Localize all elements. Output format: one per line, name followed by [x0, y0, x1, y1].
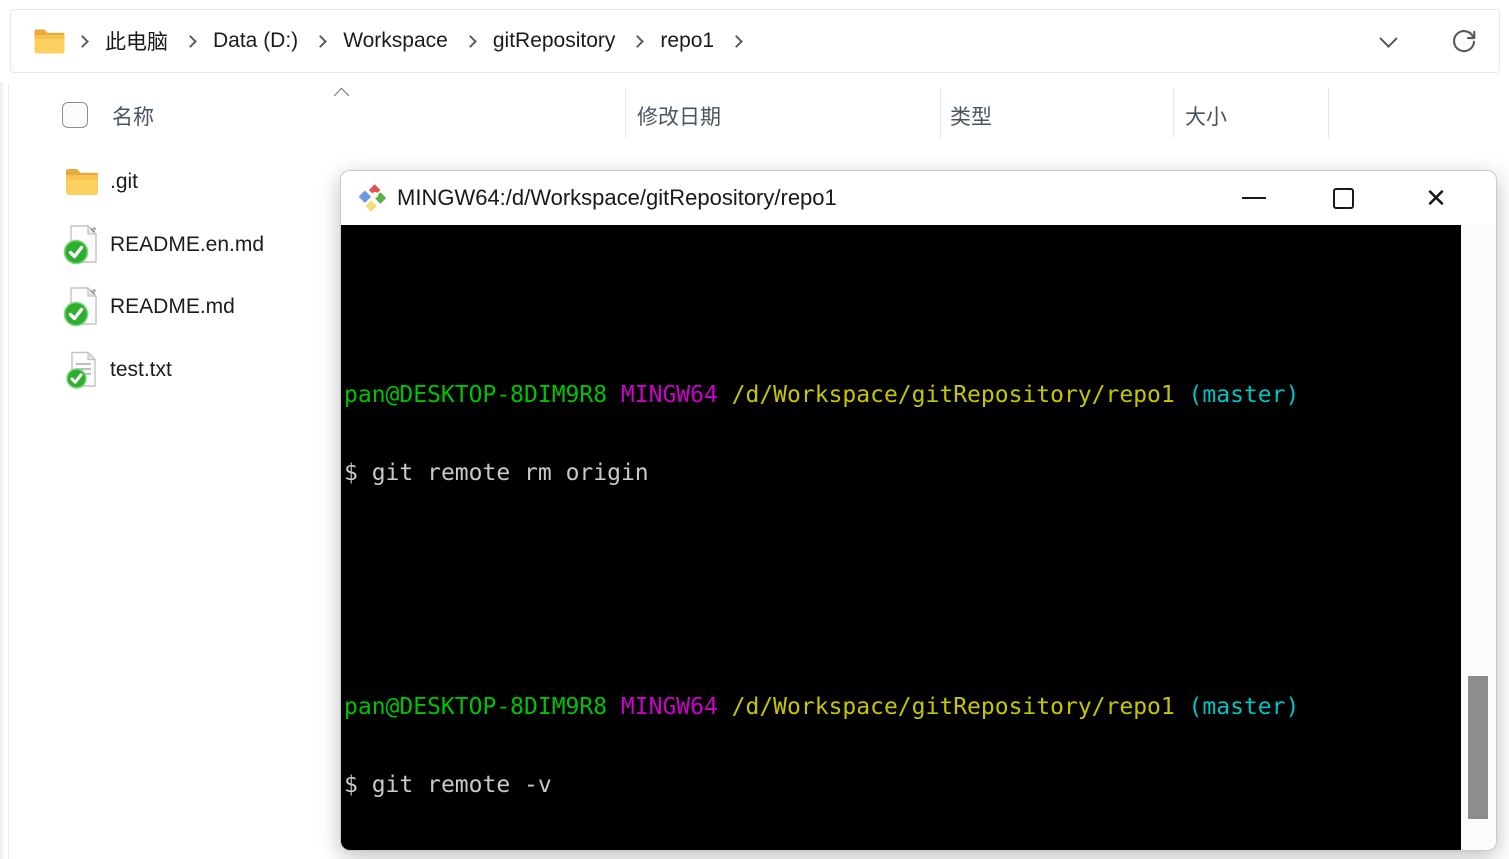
pane-divider[interactable] — [8, 84, 9, 859]
file-row-test-txt[interactable]: test.txt — [60, 344, 340, 396]
file-name[interactable]: README.en.md — [110, 233, 264, 257]
folder-icon — [34, 29, 65, 53]
minimize-button[interactable] — [1225, 171, 1283, 225]
chevron-right-icon — [730, 34, 743, 48]
terminal-console[interactable]: pan@DESKTOP-8DIM9R8 MINGW64/d/Workspace/g… — [341, 225, 1461, 850]
prompt-branch: (master) — [1188, 382, 1300, 408]
file-name[interactable]: .git — [110, 170, 138, 194]
breadcrumb-item-repo1[interactable]: repo1 — [654, 25, 720, 57]
breadcrumb-item-this-pc[interactable]: 此电脑 — [99, 22, 174, 60]
terminal-scrollbar[interactable] — [1461, 225, 1496, 850]
file-row-readme[interactable]: README.md — [60, 281, 340, 333]
maximize-icon — [1332, 187, 1354, 209]
prompt-line: pan@DESKTOP-8DIM9R8 MINGW64/d/Workspace/g… — [344, 382, 1461, 408]
select-all-checkbox[interactable] — [62, 102, 88, 128]
breadcrumb-item-gitrepository[interactable]: gitRepository — [487, 25, 622, 57]
markdown-file-icon — [60, 285, 104, 329]
column-divider[interactable] — [1173, 88, 1174, 138]
file-row-readme-en[interactable]: README.en.md — [60, 219, 340, 271]
address-dropdown-button[interactable] — [1371, 24, 1405, 58]
prompt-user: pan@DESKTOP-8DIM9R8 — [344, 382, 608, 408]
terminal-window-title: MINGW64:/d/Workspace/gitRepository/repo1 — [397, 185, 837, 210]
chevron-right-icon — [314, 34, 328, 48]
prompt-path: /d/Workspace/gitRepository/repo1 — [731, 694, 1175, 720]
file-row-git[interactable]: .git — [60, 156, 340, 208]
scrollbar-thumb[interactable] — [1468, 676, 1488, 819]
terminal-titlebar[interactable]: MINGW64:/d/Workspace/gitRepository/repo1… — [341, 171, 1496, 225]
prompt-line: pan@DESKTOP-8DIM9R8 MINGW64/d/Workspace/g… — [344, 694, 1461, 720]
refresh-button[interactable] — [1447, 24, 1481, 58]
refresh-icon — [1452, 30, 1476, 53]
command-text: git remote -v — [371, 772, 552, 798]
column-divider[interactable] — [940, 88, 941, 138]
sort-ascending-icon[interactable] — [333, 87, 350, 104]
column-header-type[interactable]: 类型 — [950, 101, 992, 131]
command-text: git remote rm origin — [371, 460, 649, 486]
column-divider[interactable] — [1328, 88, 1329, 138]
command-line: $ git remote -v — [344, 772, 1461, 798]
breadcrumb-item-drive[interactable]: Data (D:) — [207, 25, 304, 57]
column-header-date[interactable]: 修改日期 — [637, 101, 721, 131]
prompt-symbol: $ — [344, 772, 372, 798]
file-name[interactable]: README.md — [110, 295, 235, 319]
text-file-icon — [60, 350, 104, 390]
prompt-host: MINGW64 — [620, 382, 718, 408]
prompt-branch: (master) — [1188, 694, 1300, 720]
markdown-file-icon — [60, 223, 104, 267]
address-bar[interactable]: 此电脑 Data (D:) Workspace gitRepository re… — [10, 9, 1500, 73]
window-edge — [0, 82, 3, 859]
mintty-terminal-window: MINGW64:/d/Workspace/gitRepository/repo1… — [340, 170, 1497, 851]
chevron-right-icon — [184, 34, 197, 48]
terminal-block: pan@DESKTOP-8DIM9R8 MINGW64/d/Workspace/g… — [344, 642, 1461, 850]
chevron-down-icon — [1378, 28, 1398, 48]
prompt-user: pan@DESKTOP-8DIM9R8 — [344, 694, 608, 720]
minimize-icon — [1242, 197, 1266, 199]
mingw64-app-icon — [356, 182, 388, 214]
chevron-right-icon — [631, 34, 645, 48]
chevron-right-icon — [463, 34, 477, 48]
maximize-button[interactable] — [1314, 171, 1372, 225]
chevron-right-icon — [76, 34, 89, 48]
prompt-path: /d/Workspace/gitRepository/repo1 — [731, 382, 1175, 408]
file-name[interactable]: test.txt — [110, 358, 172, 382]
close-icon: ✕ — [1425, 182, 1447, 213]
breadcrumb-item-workspace[interactable]: Workspace — [337, 25, 454, 57]
folder-icon — [60, 167, 104, 197]
explorer-window: 此电脑 Data (D:) Workspace gitRepository re… — [0, 0, 1509, 859]
prompt-host: MINGW64 — [620, 694, 718, 720]
column-header-size[interactable]: 大小 — [1185, 101, 1227, 131]
column-divider[interactable] — [625, 88, 626, 138]
command-line: $ git remote rm origin — [344, 460, 1461, 486]
terminal-block: pan@DESKTOP-8DIM9R8 MINGW64/d/Workspace/g… — [344, 330, 1461, 538]
column-header-name[interactable]: 名称 — [112, 101, 154, 131]
close-button[interactable]: ✕ — [1407, 171, 1465, 225]
prompt-symbol: $ — [344, 460, 372, 486]
